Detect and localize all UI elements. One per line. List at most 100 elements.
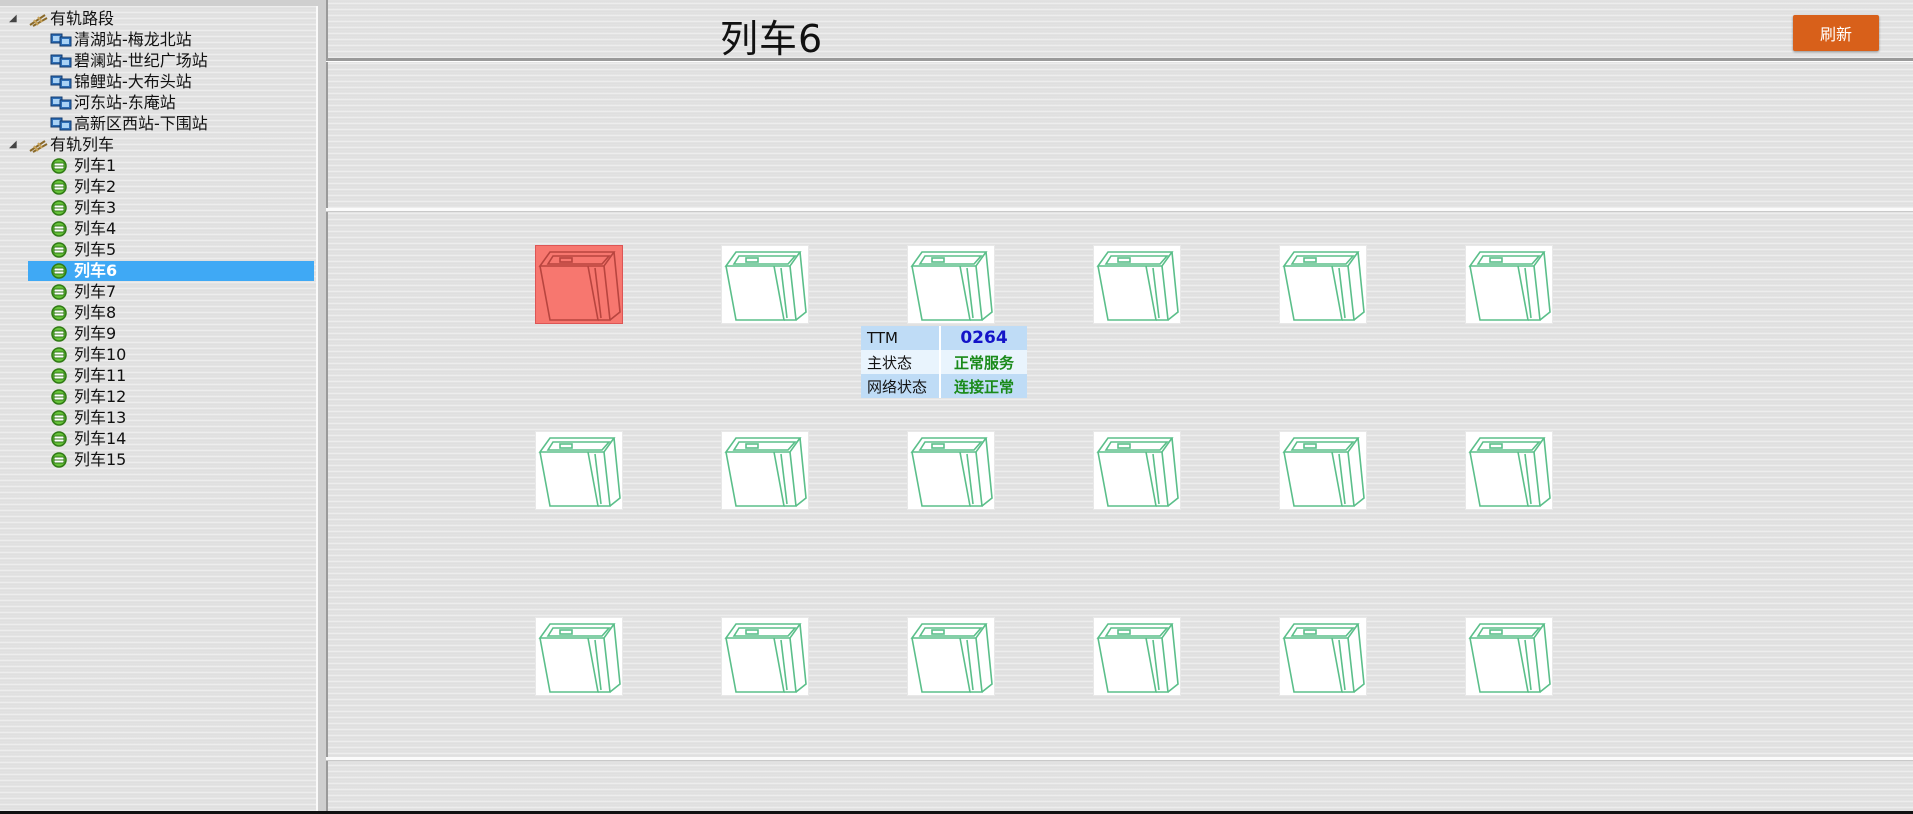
terminal-device-icon[interactable] <box>1279 617 1367 696</box>
header-bar: 列车6 刷新 <box>326 0 1913 61</box>
tree-item-label: 列车13 <box>74 408 127 427</box>
terminal-device-icon[interactable] <box>535 431 623 510</box>
tree-item[interactable]: 锦鲤站-大布头站 <box>0 71 318 92</box>
terminal-device-icon[interactable] <box>1279 431 1367 510</box>
terminal-device-icon[interactable] <box>535 245 623 324</box>
terminal-device-icon[interactable] <box>535 617 623 696</box>
info-value: 连接正常 <box>940 374 1027 398</box>
tree-item-label: 河东站-东庵站 <box>74 93 176 112</box>
terminal-device-icon[interactable] <box>721 245 809 324</box>
train-icon <box>50 284 70 300</box>
tree-item-label: 碧澜站-世纪广场站 <box>74 51 208 70</box>
panel-top-border <box>0 0 318 6</box>
tree-item[interactable]: 清湖站-梅龙北站 <box>0 29 318 50</box>
train-icon <box>50 242 70 258</box>
tree-item[interactable]: 碧澜站-世纪广场站 <box>0 50 318 71</box>
tree-item-label: 列车15 <box>74 450 127 469</box>
info-key: TTM <box>861 326 941 350</box>
station-icon <box>50 32 72 47</box>
divider-bottom <box>326 757 1913 760</box>
tree-item[interactable]: 列车3 <box>0 197 318 218</box>
tree-group-label: 有轨列车 <box>50 135 115 154</box>
tram-group-icon <box>28 137 48 153</box>
train-icon <box>50 305 70 321</box>
tree-group-0[interactable]: ◢ 有轨路段 <box>0 8 318 29</box>
info-key: 主状态 <box>861 350 941 374</box>
tree-view: ◢ 有轨路段清湖站-梅龙北站 碧澜站-世纪广场站 锦鲤站-大布头站 河东站-东庵站高新区… <box>0 8 318 470</box>
terminal-device-icon[interactable] <box>721 617 809 696</box>
tree-item[interactable]: 列车7 <box>0 281 318 302</box>
train-icon <box>50 389 70 405</box>
info-value: 0264 <box>940 326 1027 350</box>
train-icon <box>50 263 70 279</box>
tree-item-label: 高新区西站-下围站 <box>74 114 208 133</box>
tree-group-label: 有轨路段 <box>50 9 115 28</box>
tree-item[interactable]: 高新区西站-下围站 <box>0 113 318 134</box>
tree-group-1[interactable]: ◢ 有轨列车 <box>0 134 318 155</box>
tree-item[interactable]: 列车1 <box>0 155 318 176</box>
info-value: 正常服务 <box>940 350 1027 374</box>
tree-item-label: 列车8 <box>74 303 117 322</box>
tree-item-label: 列车3 <box>74 198 117 217</box>
station-icon <box>50 74 72 89</box>
expand-arrow-icon[interactable]: ◢ <box>9 134 17 155</box>
page-title: 列车6 <box>720 17 824 61</box>
train-icon <box>50 221 70 237</box>
tree-item[interactable]: 列车8 <box>0 302 318 323</box>
terminal-device-icon[interactable] <box>907 617 995 696</box>
tree-item[interactable]: 列车10 <box>0 344 318 365</box>
train-icon <box>50 200 70 216</box>
tree-item[interactable]: 列车15 <box>0 449 318 470</box>
terminal-device-icon[interactable] <box>1093 617 1181 696</box>
info-key: 网络状态 <box>861 374 941 398</box>
train-icon <box>50 158 70 174</box>
divider-top <box>326 208 1913 211</box>
tree-item-label: 列车10 <box>74 345 127 364</box>
terminal-info-table: TTM 0264 主状态 正常服务 网络状态 连接正常 <box>861 326 1027 398</box>
tree-item[interactable]: 列车13 <box>0 407 318 428</box>
tree-item-label: 列车6 <box>74 261 118 280</box>
terminal-device-icon[interactable] <box>907 431 995 510</box>
terminal-device-icon[interactable] <box>1093 245 1181 324</box>
main-panel: 列车6 刷新 TTM 0264 主状态 正常服务 网络状态 连接正常 <box>326 0 1913 811</box>
terminal-device-icon[interactable] <box>721 431 809 510</box>
tree-item-label: 列车14 <box>74 429 127 448</box>
info-row-main-status: 主状态 正常服务 <box>861 350 1027 374</box>
tree-item-label: 锦鲤站-大布头站 <box>74 72 192 91</box>
tree-item[interactable]: 列车2 <box>0 176 318 197</box>
terminal-device-icon[interactable] <box>1279 245 1367 324</box>
expand-arrow-icon[interactable]: ◢ <box>9 8 17 29</box>
tree-item[interactable]: 列车9 <box>0 323 318 344</box>
tree-item[interactable]: 列车5 <box>0 239 318 260</box>
terminal-device-icon[interactable] <box>907 245 995 324</box>
tree-item-label: 列车7 <box>74 282 117 301</box>
tree-item[interactable]: 河东站-东庵站 <box>0 92 318 113</box>
tree-item-label: 清湖站-梅龙北站 <box>74 30 192 49</box>
train-icon <box>50 347 70 363</box>
terminal-device-icon[interactable] <box>1465 245 1553 324</box>
tree-item[interactable]: 列车6 <box>0 260 318 281</box>
tree-item-label: 列车1 <box>74 156 117 175</box>
train-icon <box>50 179 70 195</box>
info-row-ttm: TTM 0264 <box>861 326 1027 350</box>
track-segment-icon <box>28 11 48 27</box>
tree-item[interactable]: 列车14 <box>0 428 318 449</box>
train-icon <box>50 326 70 342</box>
selection-highlight <box>28 261 314 281</box>
navigation-tree-panel: ◢ 有轨路段清湖站-梅龙北站 碧澜站-世纪广场站 锦鲤站-大布头站 河东站-东庵站高新区… <box>0 0 326 811</box>
terminal-device-icon[interactable] <box>1093 431 1181 510</box>
station-icon <box>50 116 72 131</box>
train-icon <box>50 368 70 384</box>
tree-item-label: 列车9 <box>74 324 117 343</box>
train-icon <box>50 431 70 447</box>
station-icon <box>50 53 72 68</box>
terminal-device-icon[interactable] <box>1465 431 1553 510</box>
tree-item[interactable]: 列车11 <box>0 365 318 386</box>
station-icon <box>50 95 72 110</box>
tree-item-label: 列车2 <box>74 177 117 196</box>
terminal-device-icon[interactable] <box>1465 617 1553 696</box>
refresh-button[interactable]: 刷新 <box>1793 15 1879 51</box>
tree-item[interactable]: 列车4 <box>0 218 318 239</box>
tree-item-label: 列车11 <box>74 366 127 385</box>
tree-item[interactable]: 列车12 <box>0 386 318 407</box>
